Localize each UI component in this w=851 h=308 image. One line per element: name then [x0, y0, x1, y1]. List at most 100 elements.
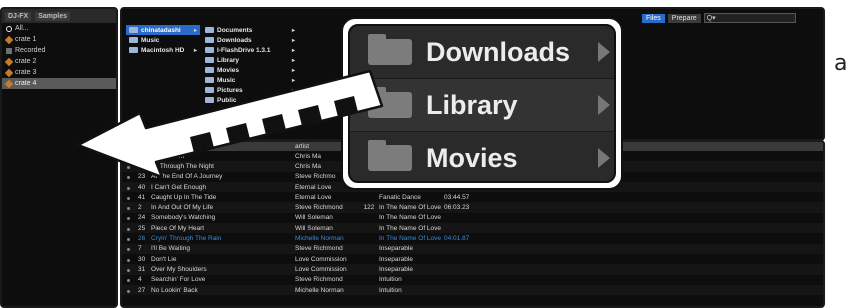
- folder-icon: [368, 140, 412, 171]
- files-button[interactable]: Files: [642, 13, 665, 23]
- track-number: 43: [122, 163, 147, 170]
- chevron-right-icon: ▸: [193, 47, 197, 54]
- track-song: I'll Be Waiting: [151, 245, 190, 253]
- search-input[interactable]: Q▾: [703, 13, 796, 23]
- track-number: 24: [122, 214, 147, 221]
- folder-label: Library: [217, 56, 240, 64]
- track-number: 7: [122, 245, 147, 252]
- all-icon: [6, 25, 12, 32]
- crate-list: All... crate 1 Recorded crate 2 crate 3 …: [2, 23, 116, 89]
- folder-label: Pictures: [217, 86, 243, 94]
- recorded-icon: [6, 47, 12, 54]
- location-item[interactable]: Macintosh HD ▸: [126, 45, 200, 55]
- table-row[interactable]: 26 Cryin' Through The Rain Michelle Norman…: [122, 233, 823, 243]
- track-album: In The Name Of Love: [379, 224, 442, 232]
- location-item[interactable]: chinatadashi ▸: [126, 25, 200, 35]
- track-song: Caught Up In The Tide: [151, 193, 217, 201]
- location-item[interactable]: Music: [126, 35, 200, 45]
- table-row[interactable]: 24 Somebody's Watching Will Soleman In The …: [122, 213, 823, 223]
- track-song: No Lookin' Back: [151, 286, 198, 294]
- folder-icon: [205, 97, 214, 103]
- crate-item-crate-3[interactable]: crate 3: [2, 67, 116, 78]
- sidebar-tabs: DJ-FX Samples: [2, 9, 116, 23]
- track-number-text: 43: [138, 162, 146, 170]
- track-number-text: 7: [138, 245, 142, 253]
- crate-label: crate 3: [15, 69, 37, 76]
- chevron-right-icon: [598, 42, 610, 62]
- track-length: 04:01.87: [444, 235, 470, 243]
- zoom-label: Movies: [426, 142, 518, 173]
- chevron-right-icon: ▸: [291, 67, 295, 74]
- track-number-text: 2: [138, 204, 142, 212]
- zoom-label: Downloads: [426, 36, 571, 67]
- crate-label: Recorded: [15, 47, 46, 54]
- tab-samples[interactable]: Samples: [35, 11, 71, 21]
- folder-icon: [129, 37, 138, 43]
- track-song: In And Out Of My Life: [151, 204, 214, 212]
- track-album: In The Name Of Love: [379, 214, 442, 222]
- track-length: 06:03.23: [444, 204, 470, 212]
- table-row[interactable]: 41 Caught Up In The Tide Eternal Love Fanat…: [122, 192, 823, 202]
- track-song: Somebody's Watching: [151, 214, 216, 222]
- crate-label: crate 4: [15, 80, 37, 87]
- prepare-button[interactable]: Prepare: [667, 13, 701, 23]
- folder-item[interactable]: I-FlashDrive 1.3.1 ▸: [202, 45, 298, 55]
- folder-item[interactable]: Music ▸: [202, 75, 298, 85]
- table-row[interactable]: 27 No Lookin' Back Michelle Norman Intuitio…: [122, 284, 823, 296]
- status-dot-icon: [127, 165, 130, 169]
- folder-icon: [205, 27, 214, 33]
- folder-icon: [205, 37, 214, 43]
- track-number: 40: [122, 184, 147, 191]
- status-dot-icon: [127, 176, 130, 180]
- crate-item-recorded[interactable]: Recorded: [2, 45, 116, 56]
- track-album: Intuition: [379, 286, 402, 294]
- chevron-right-icon: ▸: [193, 27, 197, 34]
- crate-item-all[interactable]: All...: [2, 23, 116, 34]
- status-dot-icon: [127, 227, 130, 231]
- tab-dj-fx[interactable]: DJ-FX: [5, 11, 32, 21]
- status-dot-icon: [127, 289, 130, 293]
- status-dot-icon: [127, 196, 130, 200]
- folder-item[interactable]: Downloads ▸: [202, 35, 298, 45]
- chevron-right-icon: ▸: [291, 47, 295, 54]
- zoom-item-library[interactable]: Library: [350, 79, 614, 132]
- track-number-text: 40: [138, 183, 146, 191]
- folder-item[interactable]: Documents ▸: [202, 25, 298, 35]
- status-dot-icon: [127, 238, 130, 242]
- zoom-item-movies[interactable]: Movies: [350, 132, 614, 181]
- crate-item-crate-4[interactable]: crate 4: [2, 78, 116, 89]
- track-song: At The End Of A Journey: [151, 173, 223, 181]
- crate-item-crate-2[interactable]: crate 2: [2, 56, 116, 67]
- track-number-text: 25: [138, 224, 146, 232]
- table-row[interactable]: 31 Over My Shoulders Love Commission Insepa…: [122, 264, 823, 275]
- folder-item[interactable]: Library ▸: [202, 55, 298, 65]
- track-album: Inseparable: [379, 255, 413, 263]
- table-row[interactable]: 25 Piece Of My Heart Will Soleman In The Na…: [122, 223, 823, 234]
- folder-icon: [205, 47, 214, 53]
- folder-item[interactable]: Public ▸: [202, 95, 298, 105]
- folder-icon: [129, 27, 138, 33]
- table-row[interactable]: 2 In And Out Of My Life Steve Richmond 122 I…: [122, 202, 823, 213]
- table-row[interactable]: 30 Don't Lie Love Commission Inseparable: [122, 254, 823, 264]
- table-row[interactable]: 4 Searchin' For Love Steve Richmond Intuiti…: [122, 275, 823, 285]
- track-number: 25: [122, 225, 147, 232]
- header-song[interactable]: song: [147, 143, 295, 150]
- browser-toolbar: Files Prepare Q▾: [642, 13, 796, 23]
- folder-item[interactable]: Pictures ▸: [202, 85, 298, 95]
- status-dot-icon: [127, 248, 130, 252]
- track-number: 31: [122, 266, 147, 273]
- crate-label: crate 2: [15, 58, 37, 65]
- track-number-text: 27: [138, 286, 146, 294]
- folder-icon: [205, 77, 214, 83]
- zoom-item-downloads[interactable]: Downloads: [350, 26, 614, 79]
- chevron-right-icon: ▸: [291, 37, 295, 44]
- track-song: All Through The Night: [151, 162, 214, 170]
- track-number-text: 24: [138, 214, 146, 222]
- folder-label: Music: [217, 76, 236, 84]
- crate-item-crate-1[interactable]: crate 1: [2, 34, 116, 45]
- chevron-right-icon: ▸: [291, 57, 295, 64]
- chevron-right-icon: ▸: [291, 27, 295, 34]
- folder-item[interactable]: Movies ▸: [202, 65, 298, 75]
- table-row[interactable]: 7 I'll Be Waiting Steve Richmond Inseparabl…: [122, 243, 823, 254]
- track-number: 41: [122, 194, 147, 201]
